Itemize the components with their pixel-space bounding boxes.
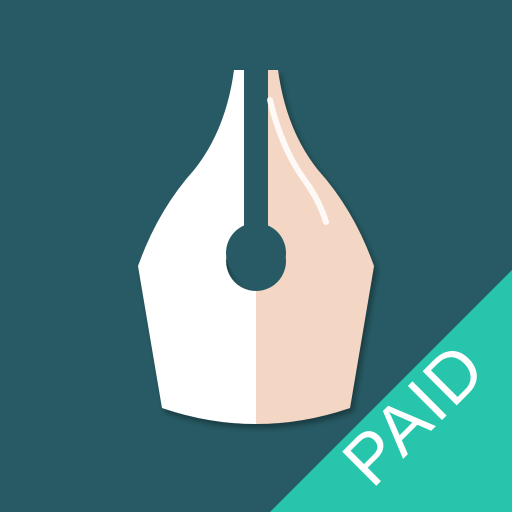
app-icon: PAID xyxy=(0,0,512,512)
nib-slit xyxy=(244,70,268,235)
app-icon-graphic: PAID xyxy=(0,0,512,512)
nib-breather-hole xyxy=(226,223,286,283)
